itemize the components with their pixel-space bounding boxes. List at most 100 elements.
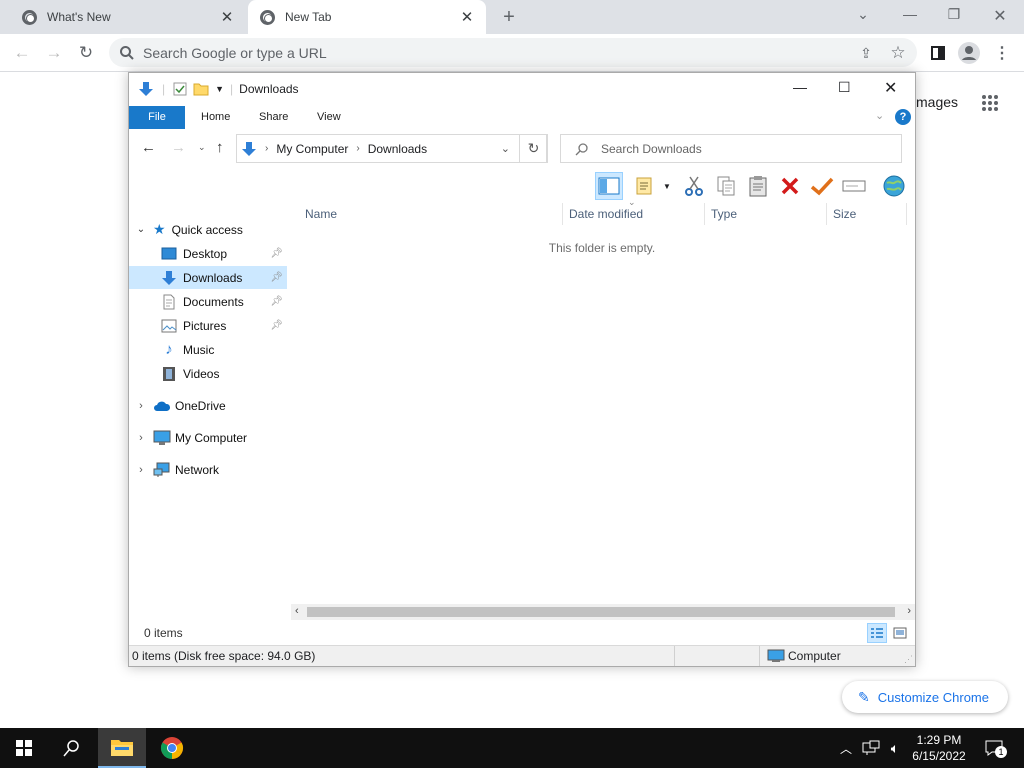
- column-size[interactable]: Size: [827, 203, 907, 225]
- nav-quick-access[interactable]: ⌄ ★ Quick access: [129, 218, 289, 241]
- volume-icon[interactable]: 🔈︎: [884, 728, 906, 768]
- details-view-icon[interactable]: [867, 623, 887, 643]
- expand-chevron-icon[interactable]: ⌄: [129, 224, 153, 235]
- network-tray-icon[interactable]: [860, 728, 882, 768]
- nav-label: Pictures: [183, 318, 227, 333]
- paste-icon[interactable]: [744, 172, 772, 200]
- breadcrumb-chevron-icon: ›: [356, 143, 360, 154]
- address-bar[interactable]: › My Computer › Downloads ⌄: [236, 134, 547, 163]
- pin-icon[interactable]: 📌︎: [270, 248, 283, 259]
- scroll-right-icon[interactable]: ›: [907, 605, 911, 617]
- start-button[interactable]: [0, 728, 48, 768]
- chrome-menu-icon[interactable]: ⋮: [990, 41, 1014, 65]
- tab-whats-new[interactable]: What's New ✕: [8, 0, 246, 34]
- taskbar-chrome[interactable]: [148, 728, 196, 768]
- large-icons-view-icon[interactable]: [890, 623, 910, 643]
- nav-item-downloads[interactable]: Downloads 📌︎: [129, 266, 287, 289]
- share-icon[interactable]: ⇪: [854, 41, 878, 65]
- delete-icon[interactable]: [776, 172, 804, 200]
- refresh-button[interactable]: ↻: [519, 134, 548, 163]
- google-apps-icon[interactable]: [981, 94, 999, 112]
- reload-button[interactable]: ↻: [74, 41, 98, 65]
- nav-item-music[interactable]: ♪ Music: [129, 338, 287, 361]
- preview-pane-icon[interactable]: [595, 172, 623, 200]
- notifications-button[interactable]: 1: [980, 728, 1008, 768]
- side-panel-icon[interactable]: [926, 41, 950, 65]
- tab-file[interactable]: File: [129, 106, 185, 129]
- resize-grip-icon[interactable]: ⋰: [904, 654, 913, 665]
- tab-close-icon[interactable]: ✕: [458, 8, 476, 26]
- check-icon[interactable]: [808, 172, 836, 200]
- scroll-left-icon[interactable]: ‹: [295, 605, 299, 617]
- chrome-logo-icon: [260, 9, 275, 25]
- tab-share[interactable]: Share: [249, 106, 298, 129]
- nav-item-my-computer[interactable]: › My Computer: [129, 426, 289, 449]
- back-button[interactable]: ←: [10, 41, 34, 65]
- status-text: 0 items (Disk free space: 94.0 GB): [132, 649, 316, 663]
- nav-item-pictures[interactable]: Pictures 📌︎: [129, 314, 287, 337]
- tab-search-button[interactable]: ⌄: [853, 6, 873, 23]
- scrollbar-thumb[interactable]: [307, 607, 895, 617]
- cut-icon[interactable]: [680, 172, 708, 200]
- forward-button[interactable]: →: [171, 139, 186, 156]
- new-tab-button[interactable]: +: [497, 5, 521, 29]
- column-name[interactable]: Name: [299, 203, 563, 225]
- help-icon[interactable]: ?: [895, 109, 911, 125]
- nav-item-network[interactable]: › Network: [129, 458, 289, 481]
- ribbon-expand-icon[interactable]: ⌄: [875, 109, 884, 122]
- google-images-link[interactable]: mages: [916, 94, 958, 110]
- nav-item-videos[interactable]: Videos: [129, 362, 287, 385]
- pin-icon[interactable]: 📌︎: [270, 296, 283, 307]
- nav-item-desktop[interactable]: Desktop 📌︎: [129, 242, 287, 265]
- expand-chevron-icon[interactable]: ›: [129, 464, 153, 476]
- horizontal-scrollbar[interactable]: ‹ ›: [291, 604, 915, 620]
- close-window-button[interactable]: ✕: [990, 6, 1010, 26]
- pin-icon[interactable]: 📌︎: [270, 272, 283, 283]
- tab-close-icon[interactable]: ✕: [218, 8, 236, 26]
- rename-icon[interactable]: [840, 172, 868, 200]
- tab-home[interactable]: Home: [191, 106, 240, 129]
- breadcrumb-my-computer[interactable]: My Computer: [276, 142, 348, 156]
- explorer-minimize-button[interactable]: —: [793, 79, 807, 95]
- expand-chevron-icon[interactable]: ›: [129, 432, 153, 444]
- show-hidden-icons[interactable]: ︿: [836, 728, 856, 768]
- nav-label: Documents: [183, 294, 244, 309]
- search-downloads-field[interactable]: Search Downloads: [560, 134, 902, 163]
- quick-access-dropdown-icon[interactable]: ▼: [215, 84, 224, 94]
- bookmark-star-icon[interactable]: ☆: [886, 41, 910, 65]
- download-arrow-icon: [139, 82, 153, 96]
- taskbar-search-button[interactable]: [48, 728, 96, 768]
- nav-item-documents[interactable]: Documents 📌︎: [129, 290, 287, 313]
- explorer-close-button[interactable]: ✕: [884, 78, 897, 98]
- forward-button[interactable]: →: [42, 41, 66, 65]
- tab-title: New Tab: [285, 10, 332, 24]
- properties-checkbox-icon[interactable]: [173, 82, 187, 96]
- new-folder-icon[interactable]: [193, 82, 209, 96]
- view-options-icon[interactable]: ▼: [633, 172, 673, 200]
- search-icon: [63, 740, 79, 757]
- recent-locations-icon[interactable]: ⌄: [198, 142, 206, 153]
- omnibox[interactable]: Search Google or type a URL: [109, 38, 917, 67]
- address-dropdown-icon[interactable]: ⌄: [501, 142, 510, 155]
- expand-chevron-icon[interactable]: ›: [129, 400, 153, 412]
- copy-icon[interactable]: [712, 172, 740, 200]
- clock[interactable]: 1:29 PM 6/15/2022: [906, 728, 972, 768]
- globe-icon[interactable]: [880, 172, 908, 200]
- minimize-button[interactable]: —: [900, 6, 920, 22]
- tab-new-tab[interactable]: New Tab ✕: [248, 0, 486, 34]
- explorer-maximize-button[interactable]: ☐: [838, 79, 851, 96]
- back-button[interactable]: ←: [141, 139, 156, 156]
- clock-time: 1:29 PM: [916, 733, 962, 747]
- nav-item-onedrive[interactable]: › OneDrive: [129, 394, 289, 417]
- taskbar-file-explorer[interactable]: [98, 728, 146, 768]
- customize-chrome-button[interactable]: ✎ Customize Chrome: [842, 681, 1008, 713]
- up-button[interactable]: ↑: [216, 139, 224, 156]
- command-toolbar: ▼: [129, 169, 915, 203]
- restore-button[interactable]: ❐: [944, 6, 964, 23]
- pin-icon[interactable]: 📌︎: [270, 320, 283, 331]
- column-type[interactable]: Type: [705, 203, 827, 225]
- profile-avatar[interactable]: [957, 41, 981, 65]
- tab-view[interactable]: View: [307, 106, 351, 129]
- breadcrumb-downloads[interactable]: Downloads: [368, 142, 427, 156]
- status-location: Computer: [788, 649, 841, 663]
